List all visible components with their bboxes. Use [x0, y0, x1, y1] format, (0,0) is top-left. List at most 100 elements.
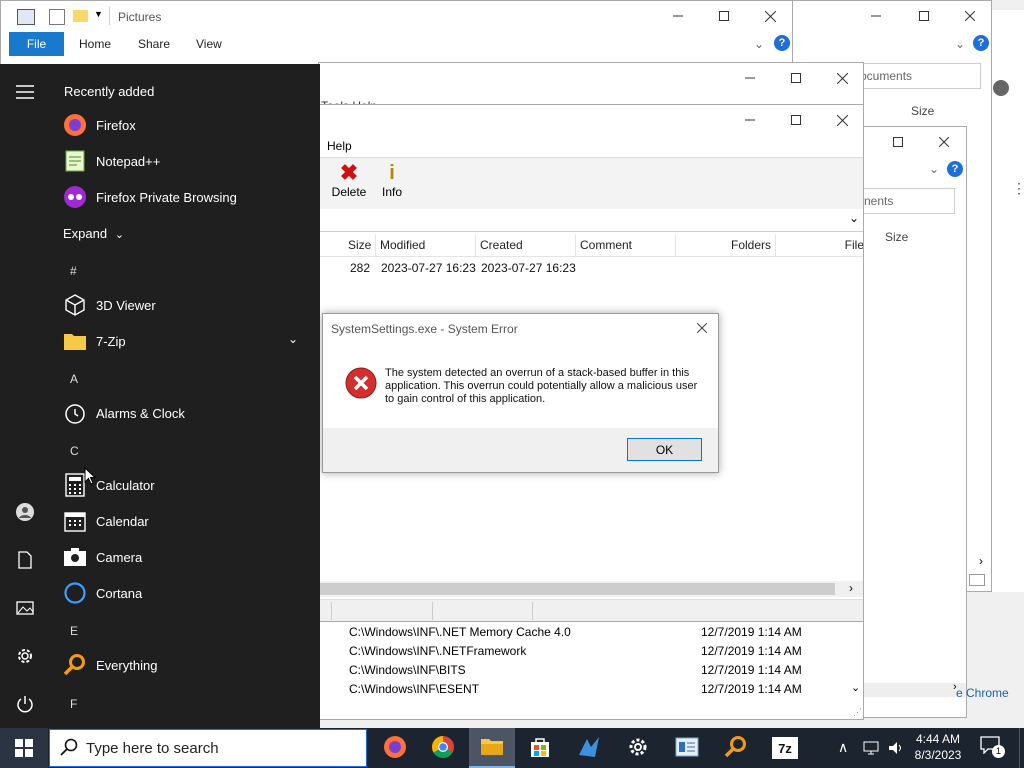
- close-button[interactable]: [921, 127, 966, 157]
- minimize-button[interactable]: [853, 1, 899, 31]
- show-desktop-button[interactable]: [1019, 728, 1024, 768]
- expand-button[interactable]: Expand ⌄: [63, 226, 124, 241]
- start-item-notepadpp[interactable]: Notepad++: [62, 144, 312, 178]
- maximize-button[interactable]: [773, 63, 819, 93]
- user-account-icon[interactable]: [13, 500, 37, 524]
- help-icon[interactable]: ?: [973, 35, 989, 51]
- tab-view[interactable]: View: [196, 37, 222, 51]
- pictures-icon[interactable]: [13, 596, 37, 620]
- size-column-header[interactable]: Size: [911, 104, 934, 118]
- action-center-button[interactable]: 1: [980, 736, 1005, 760]
- taskbar-app-blue[interactable]: [566, 728, 612, 768]
- info-button[interactable]: i Info: [377, 161, 407, 205]
- chevron-down-icon[interactable]: ⌄: [955, 37, 965, 51]
- resize-grip-icon[interactable]: ⋰: [853, 707, 862, 718]
- everything-row[interactable]: C:\Windows\INF\BITS: [349, 663, 466, 677]
- taskbar-firefox[interactable]: [372, 728, 418, 768]
- minimize-button[interactable]: [727, 105, 773, 135]
- scroll-right-arrow[interactable]: ›: [849, 581, 853, 595]
- properties-icon[interactable]: [49, 9, 65, 25]
- maximize-button[interactable]: [875, 127, 921, 157]
- help-icon[interactable]: ?: [947, 161, 963, 177]
- start-item-camera[interactable]: Camera: [62, 540, 312, 574]
- hamburger-menu-icon[interactable]: [13, 80, 37, 104]
- scroll-down-arrow[interactable]: ⌄: [851, 681, 860, 694]
- everything-row[interactable]: C:\Windows\INF\ESENT: [349, 682, 479, 696]
- column-created[interactable]: Created: [476, 234, 576, 256]
- ok-button[interactable]: OK: [627, 438, 702, 461]
- start-button[interactable]: [0, 728, 48, 768]
- minimize-button[interactable]: [727, 63, 773, 93]
- column-file[interactable]: File: [776, 234, 863, 256]
- size-column-header[interactable]: Size: [885, 230, 908, 244]
- tab-share[interactable]: Share: [138, 37, 170, 51]
- search-box[interactable]: nents: [861, 188, 955, 214]
- close-button[interactable]: [819, 63, 863, 93]
- scrollbar[interactable]: [992, 10, 1024, 592]
- close-button[interactable]: [947, 1, 991, 31]
- start-item-7zip[interactable]: 7-Zip: [62, 324, 312, 358]
- row-size[interactable]: 282: [350, 261, 370, 275]
- start-item-firefox[interactable]: Firefox: [62, 108, 312, 142]
- taskbar-search-box[interactable]: Type here to search: [49, 729, 367, 767]
- user-icon[interactable]: [993, 80, 1009, 96]
- tab-home[interactable]: Home: [79, 37, 111, 51]
- chevron-down-icon[interactable]: ⌄: [288, 332, 298, 346]
- column-modified[interactable]: Modified: [376, 234, 476, 256]
- dialog-close-button[interactable]: [689, 318, 715, 338]
- chevron-down-icon[interactable]: ⌄: [754, 37, 764, 51]
- chevron-down-icon[interactable]: ⌄: [929, 162, 939, 176]
- file-tab[interactable]: File: [9, 32, 64, 56]
- menu-help[interactable]: Help: [327, 139, 352, 153]
- settings-gear-icon[interactable]: [13, 644, 37, 668]
- letter-header-a[interactable]: A: [70, 372, 78, 386]
- folder-icon[interactable]: [73, 10, 88, 22]
- taskbar-7zip[interactable]: 7z: [762, 728, 808, 768]
- letter-header-f[interactable]: F: [70, 697, 77, 711]
- close-button[interactable]: [747, 1, 792, 31]
- documents-icon[interactable]: [13, 548, 37, 572]
- minimize-button[interactable]: [655, 1, 701, 31]
- power-icon[interactable]: [13, 692, 37, 716]
- path-combobox[interactable]: [319, 209, 863, 232]
- view-toggle-icon[interactable]: [969, 574, 985, 586]
- row-modified[interactable]: 2023-07-27 16:23: [381, 261, 476, 275]
- letter-header-hash[interactable]: #: [70, 264, 77, 278]
- start-item-everything[interactable]: Everything: [62, 648, 312, 682]
- column-folders[interactable]: Folders: [676, 234, 776, 256]
- scroll-right-arrow[interactable]: ›: [979, 554, 983, 568]
- clock[interactable]: 4:44 AM 8/3/2023: [910, 731, 966, 763]
- letter-header-c[interactable]: C: [70, 444, 79, 458]
- search-box[interactable]: ocuments: [857, 63, 981, 89]
- help-icon[interactable]: ?: [774, 35, 790, 51]
- taskbar-store[interactable]: [517, 728, 563, 768]
- taskbar-app-window[interactable]: [664, 728, 710, 768]
- start-item-alarms[interactable]: Alarms & Clock: [62, 396, 312, 430]
- scrollbar-thumb[interactable]: [319, 583, 835, 595]
- delete-button[interactable]: ✖ Delete: [331, 161, 367, 205]
- taskbar-file-explorer[interactable]: [469, 728, 515, 768]
- everything-row[interactable]: C:\Windows\INF\.NET Memory Cache 4.0: [349, 625, 571, 639]
- everything-row[interactable]: C:\Windows\INF\.NETFramework: [349, 644, 526, 658]
- start-item-cortana[interactable]: Cortana: [62, 576, 312, 610]
- show-hidden-icons-chevron[interactable]: ∧: [838, 739, 848, 756]
- maximize-button[interactable]: [701, 1, 747, 31]
- chevron-down-icon[interactable]: ⌄: [849, 211, 859, 225]
- taskbar-everything[interactable]: [713, 728, 759, 768]
- dropdown-arrow-icon[interactable]: ▼: [94, 9, 103, 19]
- network-icon[interactable]: [862, 739, 880, 760]
- row-created[interactable]: 2023-07-27 16:23: [481, 261, 576, 275]
- maximize-button[interactable]: [773, 105, 819, 135]
- start-item-3d-viewer[interactable]: 3D Viewer: [62, 288, 312, 322]
- start-item-firefox-private[interactable]: Firefox Private Browsing: [62, 180, 312, 214]
- start-item-calendar[interactable]: Calendar: [62, 504, 312, 538]
- maximize-button[interactable]: [901, 1, 947, 31]
- taskbar-settings[interactable]: [615, 728, 661, 768]
- volume-icon[interactable]: [887, 739, 905, 760]
- horizontal-scrollbar[interactable]: ›: [319, 581, 863, 597]
- close-button[interactable]: [819, 105, 863, 135]
- column-comment[interactable]: Comment: [576, 234, 676, 256]
- column-size[interactable]: Size: [344, 234, 376, 256]
- letter-header-e[interactable]: E: [70, 624, 78, 638]
- taskbar-chrome[interactable]: [420, 728, 466, 768]
